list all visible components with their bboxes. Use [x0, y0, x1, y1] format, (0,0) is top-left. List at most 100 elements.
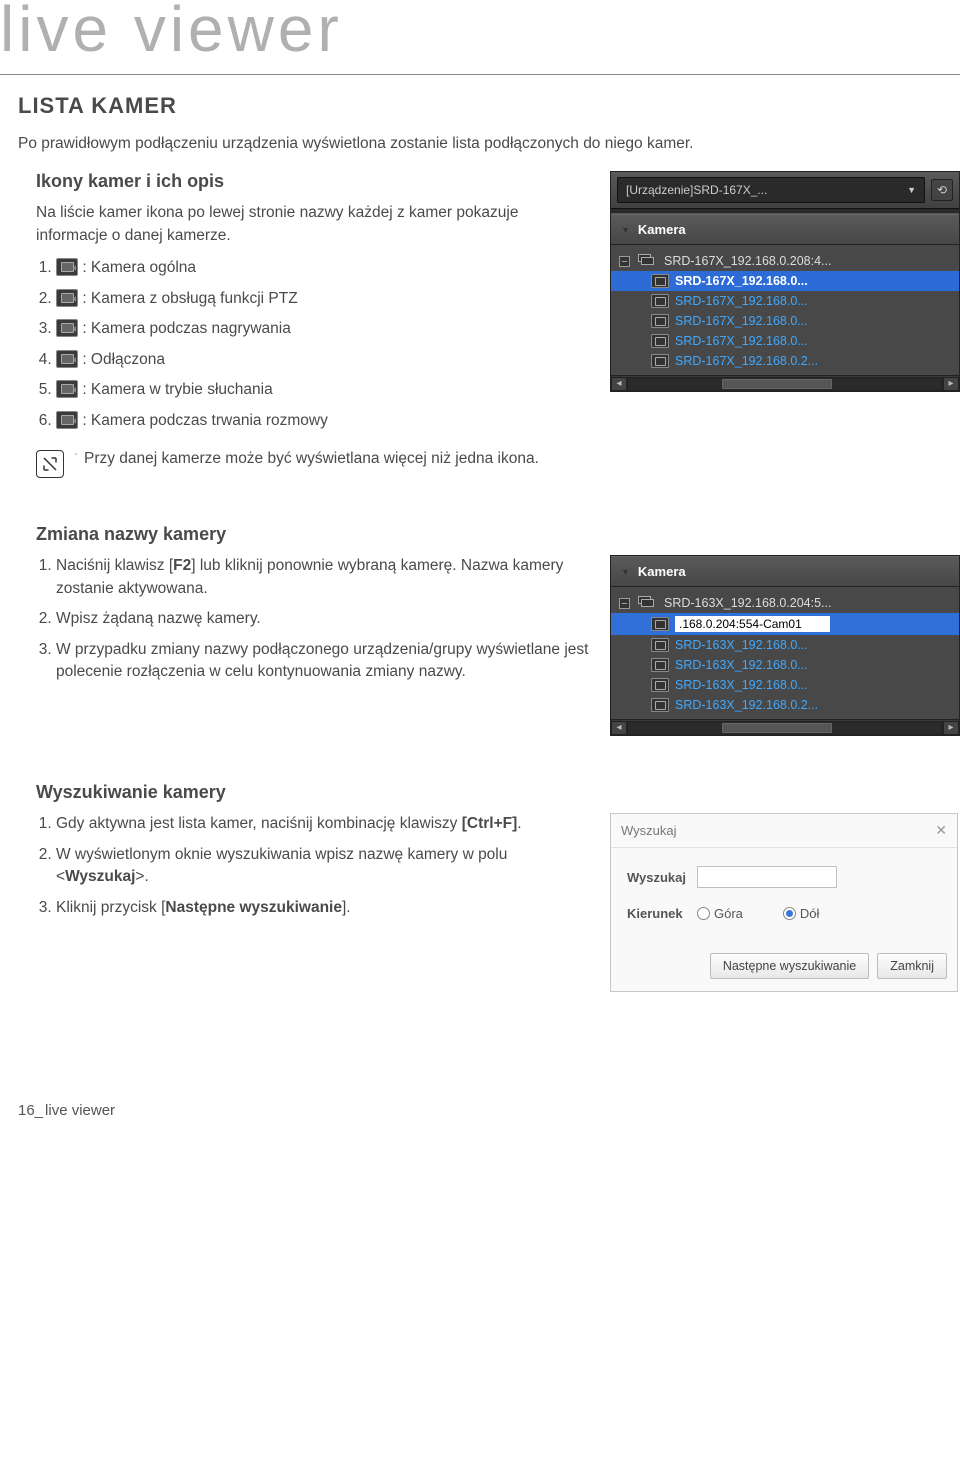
camera-recording-icon — [56, 319, 78, 337]
note-text: `Przy danej kamerze może być wyświetlana… — [74, 450, 539, 468]
collapse-icon[interactable]: − — [619, 256, 630, 267]
refresh-button[interactable]: ⟲ — [931, 179, 953, 201]
tree-item[interactable]: SRD-167X_192.168.0... — [611, 291, 959, 311]
icons-list: : Kamera ogólna : Kamera z obsługą funkc… — [36, 257, 592, 432]
section-heading: LISTA KAMER — [18, 93, 960, 119]
list-item: Kliknij przycisk [Następne wyszukiwanie]… — [56, 897, 592, 919]
scroll-thumb[interactable] — [722, 379, 832, 389]
horizontal-scrollbar[interactable]: ◂ ▸ — [611, 375, 959, 391]
camera-icon — [651, 334, 669, 348]
camera-general-icon — [56, 258, 78, 276]
chevron-down-icon: ▼ — [621, 567, 630, 577]
list-item-label: : Kamera podczas trwania rozmowy — [82, 412, 328, 429]
page-number: 16_ — [18, 1102, 43, 1119]
list-item: Naciśnij klawisz [F2] lub kliknij ponown… — [56, 555, 592, 600]
search-window: Wyszukaj ✕ Wyszukaj Kierunek — [610, 813, 958, 992]
radio-down[interactable]: Dół — [783, 906, 820, 921]
list-item-label: : Kamera w trybie słuchania — [82, 381, 272, 398]
button-name: Następne wyszukiwanie — [165, 899, 342, 916]
tree-root-label: SRD-167X_192.168.0.208:4... — [664, 254, 831, 268]
tree-item-label: SRD-167X_192.168.0.2... — [675, 354, 818, 368]
tree-item-label: SRD-167X_192.168.0... — [675, 314, 808, 328]
list-item: Wpisz żądaną nazwę kamery. — [56, 608, 592, 630]
tree-item-label: SRD-163X_192.168.0... — [675, 638, 808, 652]
collapse-icon[interactable]: − — [619, 598, 630, 609]
camera-icon — [651, 314, 669, 328]
icons-lead: Na liście kamer ikona po lewej stronie n… — [36, 202, 592, 247]
device-dropdown[interactable]: [Urządzenie]SRD-167X_... ▼ — [617, 177, 925, 203]
scroll-right-arrow[interactable]: ▸ — [943, 377, 959, 391]
list-item: : Kamera podczas trwania rozmowy — [56, 410, 592, 432]
tree-item[interactable]: SRD-167X_192.168.0.2... — [611, 351, 959, 371]
title-divider — [0, 74, 960, 75]
footer-label: live viewer — [45, 1102, 115, 1119]
camera-panel-1: [Urządzenie]SRD-167X_... ▼ ⟲ ▼ Kamera − … — [610, 171, 960, 392]
radio-label: Dół — [800, 906, 820, 921]
tree-item[interactable]: SRD-163X_192.168.0... — [611, 655, 959, 675]
scroll-track[interactable] — [627, 721, 943, 735]
radio-label: Góra — [714, 906, 743, 921]
list-item: Gdy aktywna jest lista kamer, naciśnij k… — [56, 813, 592, 835]
list-item: : Kamera w trybie słuchania — [56, 379, 592, 401]
list-item: : Kamera z obsługą funkcji PTZ — [56, 288, 592, 310]
list-item-label: : Kamera ogólna — [82, 259, 196, 276]
tree-item[interactable]: SRD-167X_192.168.0... — [611, 311, 959, 331]
scroll-left-arrow[interactable]: ◂ — [611, 377, 627, 391]
tree-item-editing[interactable] — [611, 613, 959, 635]
tree-item[interactable]: SRD-163X_192.168.0.2... — [611, 695, 959, 715]
close-button[interactable]: Zamknij — [877, 953, 947, 979]
rename-subheading: Zmiana nazwy kamery — [36, 524, 960, 545]
camera-ptz-icon — [56, 289, 78, 307]
list-item-label: : Kamera podczas nagrywania — [82, 320, 291, 337]
list-item-label: : Kamera z obsługą funkcji PTZ — [82, 290, 297, 307]
panel-section-header[interactable]: ▼ Kamera — [611, 556, 959, 587]
panel-section-label: Kamera — [638, 222, 686, 237]
panel-section-label: Kamera — [638, 564, 686, 579]
key-f2: F2 — [173, 557, 191, 574]
tree-item[interactable]: SRD-163X_192.168.0... — [611, 635, 959, 655]
camera-listen-icon — [56, 380, 78, 398]
field-name: Wyszukaj — [65, 868, 135, 885]
search-label: Wyszukaj — [627, 870, 683, 885]
list-item: W wyświetlonym oknie wyszukiwania wpisz … — [56, 844, 592, 889]
icons-subheading: Ikony kamer i ich opis — [36, 171, 592, 192]
search-steps: Gdy aktywna jest lista kamer, naciśnij k… — [36, 813, 592, 919]
radio-up[interactable]: Góra — [697, 906, 743, 921]
rename-steps: Naciśnij klawisz [F2] lub kliknij ponown… — [36, 555, 592, 683]
panel-section-header[interactable]: ▼ Kamera — [611, 214, 959, 245]
tree-item-label: SRD-163X_192.168.0... — [675, 658, 808, 672]
camera-icon — [651, 354, 669, 368]
camera-tree: − SRD-167X_192.168.0.208:4... SRD-167X_1… — [611, 245, 959, 375]
tree-item-label: SRD-167X_192.168.0... — [675, 294, 808, 308]
camera-icon — [651, 294, 669, 308]
camera-icon — [651, 698, 669, 712]
tree-root[interactable]: − SRD-163X_192.168.0.204:5... — [611, 593, 959, 613]
search-input[interactable] — [697, 866, 837, 888]
camera-icon — [651, 274, 669, 288]
tree-item[interactable]: SRD-163X_192.168.0... — [611, 675, 959, 695]
list-item: : Odłączona — [56, 349, 592, 371]
scroll-left-arrow[interactable]: ◂ — [611, 721, 627, 735]
list-item: : Kamera ogólna — [56, 257, 592, 279]
next-search-button[interactable]: Następne wyszukiwanie — [710, 953, 869, 979]
camera-icon — [651, 617, 669, 631]
camera-tree: − SRD-163X_192.168.0.204:5... SRD-163X_1… — [611, 587, 959, 719]
rename-input[interactable] — [675, 616, 830, 632]
tree-item[interactable]: SRD-167X_192.168.0... — [611, 331, 959, 351]
key-ctrl-f: [Ctrl+F] — [462, 815, 518, 832]
search-window-title: Wyszukaj — [621, 823, 677, 838]
scroll-track[interactable] — [627, 377, 943, 391]
close-icon[interactable]: ✕ — [935, 822, 947, 839]
tree-root[interactable]: − SRD-167X_192.168.0.208:4... — [611, 251, 959, 271]
tree-item[interactable]: SRD-167X_192.168.0... — [611, 271, 959, 291]
list-item: W przypadku zmiany nazwy podłączonego ur… — [56, 639, 592, 684]
search-titlebar: Wyszukaj ✕ — [611, 814, 957, 848]
scroll-thumb[interactable] — [722, 723, 832, 733]
page-footer: 16_live viewer — [18, 1102, 960, 1119]
scroll-right-arrow[interactable]: ▸ — [943, 721, 959, 735]
horizontal-scrollbar[interactable]: ◂ ▸ — [611, 719, 959, 735]
camera-icon — [651, 678, 669, 692]
radio-icon — [697, 907, 710, 920]
chevron-down-icon: ▼ — [907, 185, 916, 195]
device-icon — [638, 254, 656, 268]
